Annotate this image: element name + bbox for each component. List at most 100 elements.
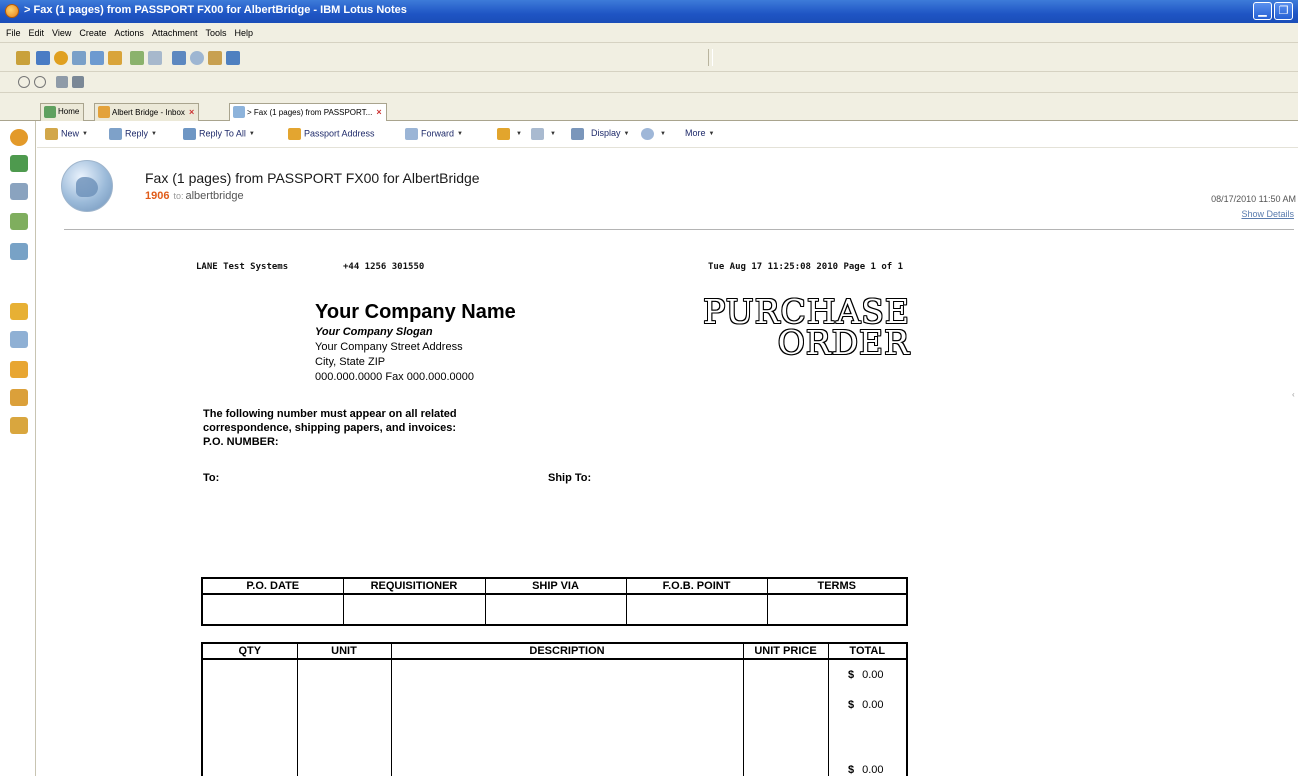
passport-address-button[interactable]: Passport Address bbox=[288, 128, 375, 140]
document-icon bbox=[233, 106, 245, 118]
order-header-cell: SHIP VIA bbox=[484, 577, 627, 595]
attach-icon[interactable] bbox=[90, 51, 104, 65]
tab-fax-message[interactable]: > Fax (1 pages) from PASSPORT... × bbox=[229, 103, 387, 122]
databases-icon[interactable] bbox=[10, 331, 28, 348]
menu-attachment[interactable]: Attachment bbox=[148, 23, 202, 43]
chevron-down-icon: ▼ bbox=[82, 131, 88, 137]
more-button[interactable]: More ▼ bbox=[685, 128, 714, 138]
menu-actions[interactable]: Actions bbox=[110, 23, 148, 43]
order-data-row bbox=[201, 593, 908, 626]
new-button[interactable]: New ▼ bbox=[45, 128, 88, 140]
order-cell bbox=[342, 593, 486, 626]
currency-symbol: $ bbox=[848, 764, 855, 776]
home-icon bbox=[44, 106, 56, 118]
action-label: Display bbox=[591, 128, 621, 138]
display-button[interactable]: Display ▼ bbox=[591, 128, 629, 138]
window-title: > Fax (1 pages) from PASSPORT FX00 for A… bbox=[24, 4, 407, 16]
items-header-cell: UNIT PRICE bbox=[742, 642, 829, 660]
globe-land-shape bbox=[76, 177, 98, 197]
line-total: $0.00 bbox=[848, 699, 884, 711]
currency-symbol: $ bbox=[848, 669, 855, 681]
total-amount: 0.00 bbox=[862, 669, 884, 681]
purchase-order-title: PURCHASE ORDER bbox=[656, 295, 910, 359]
save-icon[interactable] bbox=[72, 76, 84, 88]
order-cell bbox=[484, 593, 627, 626]
search-icon[interactable] bbox=[190, 51, 204, 65]
to-field-label: To: bbox=[203, 472, 220, 484]
order-header-row: P.O. DATE REQUISITIONER SHIP VIA F.O.B. … bbox=[201, 577, 908, 595]
forward-button[interactable]: Forward ▼ bbox=[405, 128, 463, 140]
todo-bookmark-icon[interactable] bbox=[10, 213, 28, 230]
bookmark-icon[interactable] bbox=[208, 51, 222, 65]
reply-to-all-button[interactable]: Reply To All ▼ bbox=[183, 128, 255, 140]
reply-button[interactable]: Reply ▼ bbox=[109, 128, 157, 140]
order-header-cell: P.O. DATE bbox=[201, 577, 344, 595]
fax-phone: +44 1256 301550 bbox=[343, 262, 425, 272]
menu-view[interactable]: View bbox=[48, 23, 75, 43]
replicate-icon[interactable] bbox=[54, 51, 68, 65]
items-header-cell: QTY bbox=[201, 642, 298, 660]
items-header-row: QTY UNIT DESCRIPTION UNIT PRICE TOTAL bbox=[201, 642, 908, 660]
lotus-notes-app-icon[interactable] bbox=[5, 4, 19, 18]
show-details-link[interactable]: Show Details bbox=[1241, 209, 1294, 219]
follow-up-button[interactable]: ▼ bbox=[531, 128, 556, 140]
unit-column bbox=[296, 658, 392, 776]
close-tab-icon[interactable]: × bbox=[189, 107, 194, 117]
sender-number[interactable]: 1906 bbox=[145, 190, 169, 202]
secondary-toolbar bbox=[0, 72, 1298, 93]
close-tab-icon[interactable]: × bbox=[376, 107, 381, 117]
to-label: to: bbox=[173, 191, 184, 201]
mail-bookmark-icon[interactable] bbox=[10, 129, 28, 146]
po-number-label: P.O. NUMBER: bbox=[203, 436, 279, 448]
folder-icon[interactable] bbox=[10, 361, 28, 378]
tab-inbox[interactable]: Albert Bridge - Inbox × bbox=[94, 103, 200, 121]
order-cell bbox=[766, 593, 908, 626]
menu-create[interactable]: Create bbox=[75, 23, 110, 43]
contacts-bookmark-icon[interactable] bbox=[10, 183, 28, 200]
recipient[interactable]: albertbridge bbox=[186, 190, 244, 202]
unit-price-column bbox=[742, 658, 829, 776]
line-total: $0.00 bbox=[848, 669, 884, 681]
tab-label: > Fax (1 pages) from PASSPORT... bbox=[247, 108, 373, 117]
back-icon[interactable] bbox=[130, 51, 144, 65]
open-folder-icon[interactable] bbox=[108, 51, 122, 65]
menu-file[interactable]: File bbox=[0, 23, 25, 43]
header-divider bbox=[64, 229, 1294, 230]
title-bar: > Fax (1 pages) from PASSPORT FX00 for A… bbox=[0, 0, 1298, 23]
menu-help[interactable]: Help bbox=[230, 23, 257, 43]
zoom-out-icon[interactable] bbox=[34, 76, 46, 88]
action-label: Forward bbox=[421, 128, 455, 139]
minimize-button[interactable]: ▁ bbox=[1253, 2, 1272, 20]
favorites-folder-icon[interactable] bbox=[10, 389, 28, 406]
new-memo-icon[interactable] bbox=[16, 51, 30, 65]
print-icon[interactable] bbox=[56, 76, 68, 88]
total-amount: 0.00 bbox=[862, 699, 884, 711]
tools-button[interactable]: ▼ bbox=[641, 128, 666, 140]
forward-icon[interactable] bbox=[148, 51, 162, 65]
tab-home[interactable]: Home bbox=[40, 103, 85, 121]
action-label: Reply To All bbox=[199, 128, 246, 139]
workspace-icon[interactable] bbox=[36, 51, 50, 65]
company-city: City, State ZIP bbox=[315, 356, 386, 368]
edit-icon[interactable] bbox=[72, 51, 86, 65]
restore-button[interactable]: ❐ bbox=[1274, 2, 1293, 20]
reply-icon bbox=[109, 128, 122, 140]
applications-folder-icon[interactable] bbox=[10, 417, 28, 434]
address-book-icon bbox=[288, 128, 301, 140]
action-label: More bbox=[685, 128, 706, 138]
move-to-folder-button[interactable]: ▼ bbox=[497, 128, 522, 140]
calendar-bookmark-icon[interactable] bbox=[10, 155, 28, 172]
open-list-icon[interactable] bbox=[10, 303, 28, 320]
calendar-tool-icon[interactable] bbox=[226, 51, 240, 65]
delete-button[interactable] bbox=[571, 128, 587, 140]
company-name: Your Company Name bbox=[315, 301, 516, 323]
menu-edit[interactable]: Edit bbox=[25, 23, 49, 43]
chevron-down-icon: ▼ bbox=[248, 131, 255, 137]
menu-tools[interactable]: Tools bbox=[201, 23, 230, 43]
search-binoculars-icon[interactable] bbox=[172, 51, 186, 65]
zoom-in-icon[interactable] bbox=[18, 76, 30, 88]
order-header-cell: TERMS bbox=[766, 577, 908, 595]
address-field[interactable] bbox=[712, 49, 1290, 66]
company-phones: 000.000.0000 Fax 000.000.0000 bbox=[315, 371, 475, 383]
replication-bookmark-icon[interactable] bbox=[10, 243, 28, 260]
